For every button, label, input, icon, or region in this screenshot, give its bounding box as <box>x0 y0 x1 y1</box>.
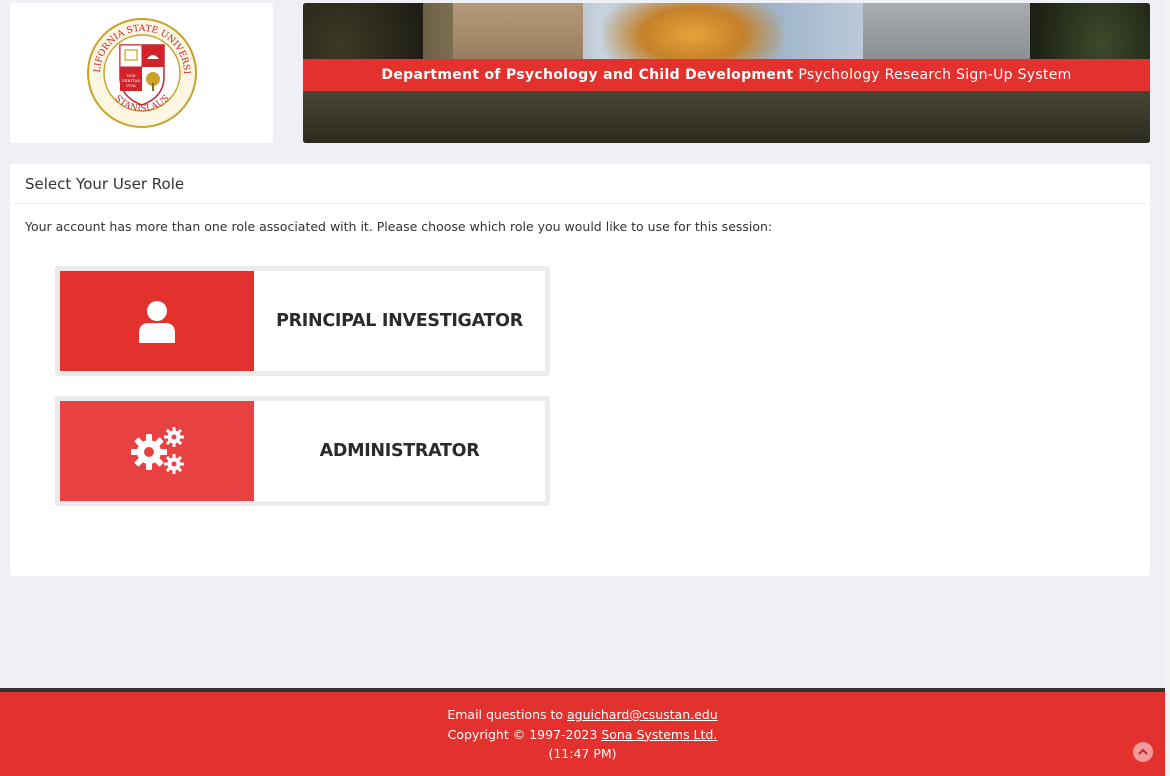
footer-email-line: Email questions to aguichard@csustan.edu <box>0 705 1165 725</box>
system-name: Psychology Research Sign-Up System <box>798 67 1072 83</box>
footer-copyright-prefix: Copyright © 1997-2023 <box>447 726 602 742</box>
svg-text:VITA: VITA <box>125 83 136 88</box>
role-icon-box <box>60 401 254 501</box>
banner-title-strip: Department of Psychology and Child Devel… <box>303 59 1150 91</box>
window-scrollbar[interactable] <box>1165 0 1170 776</box>
role-label: ADMINISTRATOR <box>319 441 480 461</box>
footer-company-link[interactable]: Sona Systems Ltd. <box>601 727 717 742</box>
page-footer: Email questions to aguichard@csustan.edu… <box>0 688 1165 776</box>
role-administrator-button[interactable]: ADMINISTRATOR <box>55 396 550 506</box>
header-banner: Department of Psychology and Child Devel… <box>303 3 1150 143</box>
user-icon <box>139 301 175 343</box>
department-name: Department of Psychology and Child Devel… <box>381 67 794 83</box>
role-icon-box <box>60 271 254 371</box>
role-label: PRINCIPAL INVESTIGATOR <box>276 311 523 331</box>
role-principal-investigator-button[interactable]: PRINCIPAL INVESTIGATOR <box>55 266 550 376</box>
role-selection-panel: Select Your User Role Your account has m… <box>10 164 1150 576</box>
footer-copyright-line: Copyright © 1997-2023 Sona Systems Ltd. <box>0 725 1165 745</box>
banner-photo-ground <box>303 91 1150 143</box>
footer-email-prefix: Email questions to <box>447 707 568 722</box>
university-seal-logo: CALIFORNIA STATE UNIVERSITY STANISLAUS V… <box>86 17 197 128</box>
role-instructions: Your account has more than one role asso… <box>25 219 773 234</box>
gears-icon <box>131 427 184 474</box>
panel-title: Select Your User Role <box>10 164 1150 204</box>
footer-email-link[interactable]: aguichard@csustan.edu <box>567 707 718 722</box>
university-logo-box: CALIFORNIA STATE UNIVERSITY STANISLAUS V… <box>10 3 273 143</box>
footer-time: (11:47 PM) <box>548 746 617 761</box>
back-to-top-button[interactable] <box>1133 742 1153 762</box>
chevron-up-icon <box>1138 748 1148 755</box>
